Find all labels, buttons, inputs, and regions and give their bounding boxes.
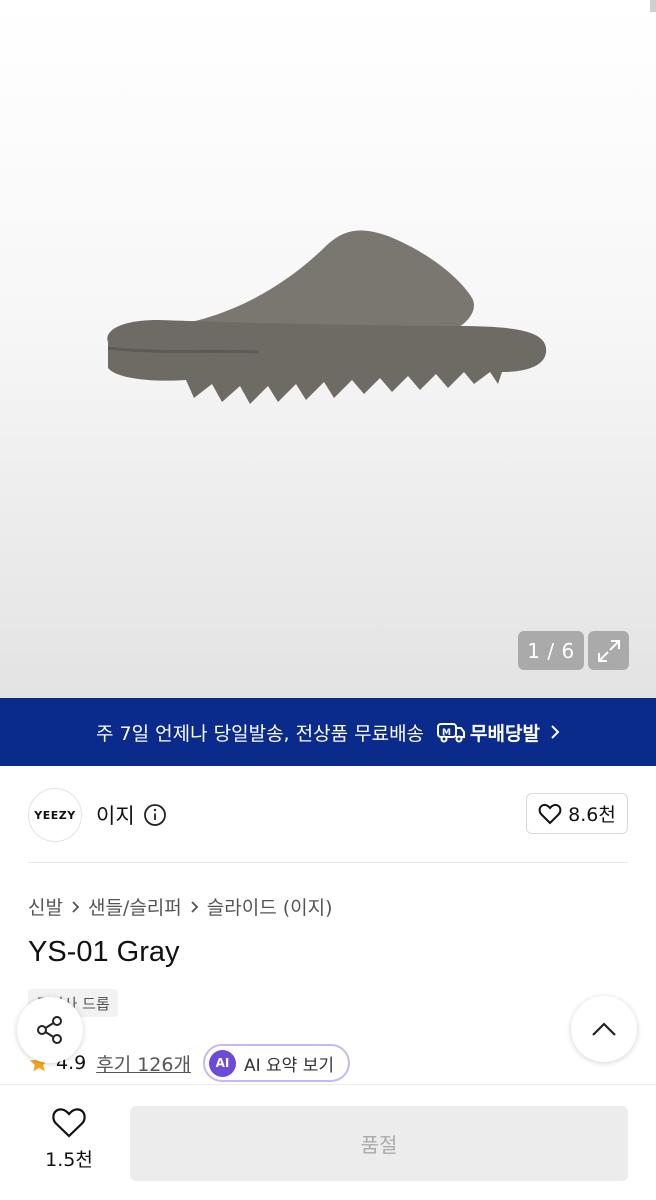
chevron-right-icon xyxy=(550,724,560,740)
chevron-right-icon xyxy=(190,900,199,914)
chevron-right-icon xyxy=(71,900,80,914)
ai-summary-label: AI 요약 보기 xyxy=(243,1055,334,1076)
expand-icon xyxy=(597,639,620,662)
product-image xyxy=(107,230,547,404)
breadcrumb-item[interactable]: 신발 xyxy=(28,893,63,920)
brand-row: YEEZY 이지 8.6천 xyxy=(28,787,628,843)
bottom-action-bar: 1.5천 품절 xyxy=(0,1084,656,1200)
brand-like-count: 8.6천 xyxy=(568,804,616,826)
product-image-gallery[interactable]: 1 / 6 xyxy=(0,0,656,698)
breadcrumb-item[interactable]: 슬라이드 (이지) xyxy=(207,893,333,920)
expand-button[interactable] xyxy=(588,631,629,670)
brand-like-button[interactable]: 8.6천 xyxy=(526,793,628,834)
brand-name[interactable]: 이지 xyxy=(96,800,135,830)
reviews-link[interactable]: 후기 126개 xyxy=(96,1050,191,1077)
shipping-banner[interactable]: 주 7일 언제나 당일발송, 전상품 무료배송 M 무배당발 xyxy=(0,698,656,766)
share-button[interactable] xyxy=(17,997,83,1063)
chevron-up-icon xyxy=(592,1022,616,1036)
wishlist-count: 1.5천 xyxy=(45,1149,93,1171)
ai-summary-button[interactable]: AI AI 요약 보기 xyxy=(202,1044,350,1082)
brand-logo[interactable]: YEEZY xyxy=(28,788,82,842)
scroll-indicator xyxy=(650,0,656,12)
info-icon[interactable] xyxy=(143,803,167,827)
scroll-top-button[interactable] xyxy=(571,996,637,1062)
svg-text:M: M xyxy=(442,728,451,738)
heart-icon xyxy=(52,1108,86,1138)
image-counter: 1 / 6 xyxy=(518,631,584,670)
breadcrumb-item[interactable]: 샌들/슬리퍼 xyxy=(88,893,182,920)
product-title: YS-01 Gray xyxy=(28,936,180,968)
wishlist-button[interactable]: 1.5천 xyxy=(30,1107,108,1172)
ai-badge-icon: AI xyxy=(208,1049,236,1077)
share-icon xyxy=(37,1016,62,1044)
divider xyxy=(28,862,628,863)
delivery-truck-icon: M xyxy=(436,721,466,743)
banner-text: 주 7일 언제나 당일발송, 전상품 무료배송 xyxy=(96,722,425,745)
heart-icon xyxy=(538,803,562,824)
breadcrumb: 신발 샌들/슬리퍼 슬라이드 (이지) xyxy=(28,893,333,920)
banner-badge-label: 무배당발 xyxy=(470,722,540,745)
soldout-button[interactable]: 품절 xyxy=(130,1106,628,1181)
